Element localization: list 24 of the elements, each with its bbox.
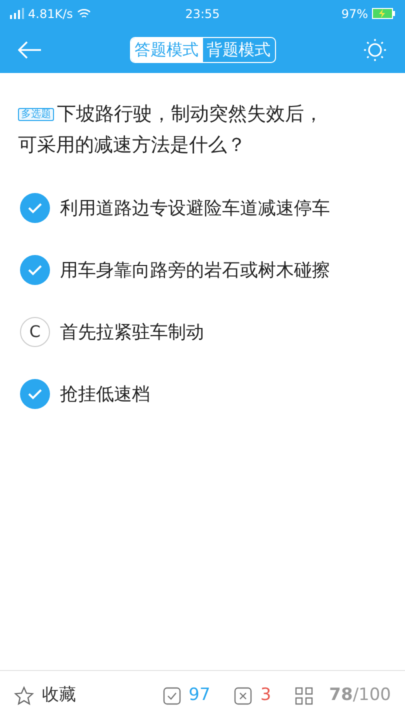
correct-count: 97 [188, 684, 210, 707]
clock-time: 23:55 [185, 6, 220, 22]
favorite-label[interactable]: 收藏 [42, 682, 76, 708]
checked-box-icon [162, 686, 181, 704]
option-letter: C [20, 317, 50, 347]
network-speed: 4.81K/s [28, 6, 73, 22]
back-arrow-icon[interactable] [18, 41, 42, 59]
answer-option[interactable]: 用车身靠向路旁的岩石或树木碰擦 [0, 239, 405, 301]
battery-percent: 97% [341, 6, 368, 22]
wrong-count: 3 [260, 684, 272, 707]
wifi-icon [76, 8, 91, 19]
question-text-line: 下坡路行驶，制动突然失效后， [57, 103, 323, 125]
brightness-icon[interactable] [363, 38, 387, 62]
progress-counter: 78/100 [329, 684, 391, 707]
answer-option[interactable]: C 首先拉紧驻车制动 [0, 301, 405, 363]
signal-icon [10, 8, 24, 19]
question-type-tag: 多选题 [18, 108, 54, 121]
grid-icon[interactable] [295, 686, 314, 704]
cross-box-icon [234, 686, 252, 704]
answer-option[interactable]: 抢挂低速档 [0, 363, 405, 425]
battery-charging-icon [372, 8, 395, 19]
question-text-line: 可采用的减速方法是什么？ [18, 134, 246, 156]
star-icon[interactable] [14, 686, 34, 706]
answer-option[interactable]: 利用道路边专设避险车道减速停车 [0, 177, 405, 239]
